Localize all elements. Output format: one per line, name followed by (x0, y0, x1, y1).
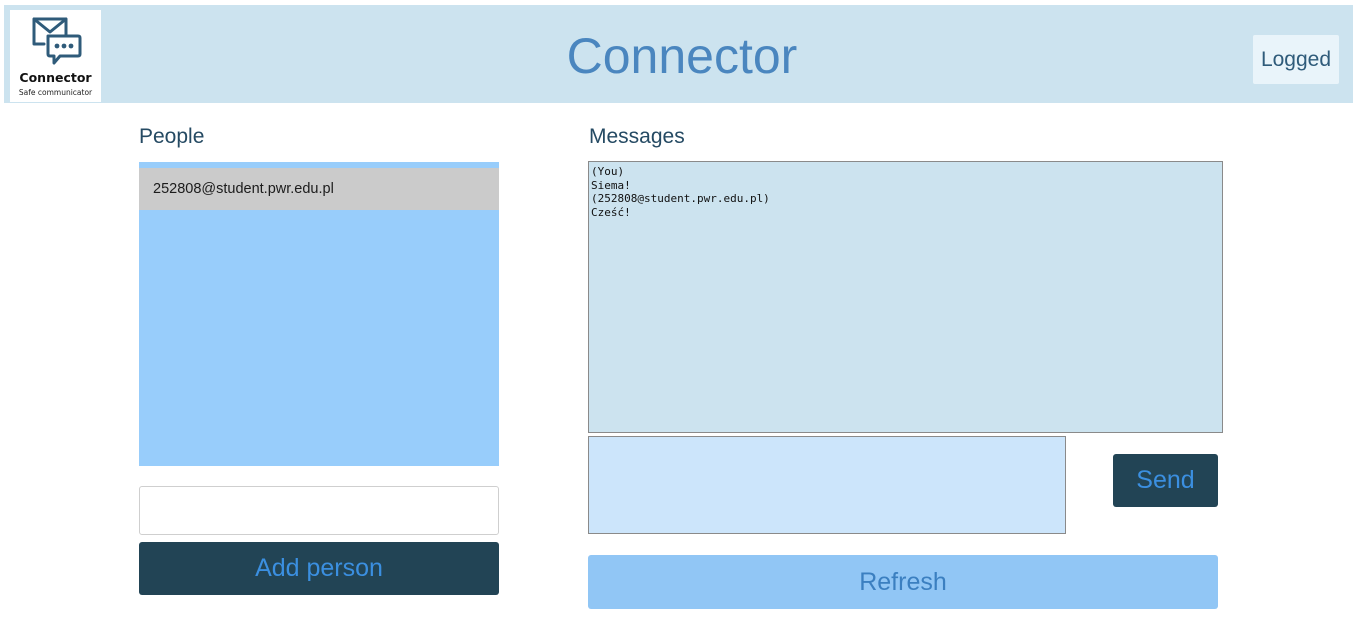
people-list-item[interactable]: 252808@student.pwr.edu.pl (139, 168, 499, 210)
refresh-button[interactable]: Refresh (588, 555, 1218, 609)
add-person-button[interactable]: Add person (139, 542, 499, 595)
mail-chat-icon (32, 17, 82, 65)
people-heading: People (139, 125, 205, 148)
messages-heading: Messages (589, 125, 685, 148)
message-line: Cześć! (591, 205, 631, 219)
message-compose-input[interactable] (588, 436, 1066, 534)
message-line: (You) (591, 165, 625, 178)
logo-tagline: Safe communicator (18, 88, 93, 97)
app-logo: Connector Safe communicator (10, 10, 101, 102)
logo-name: Connector (19, 70, 92, 85)
message-line: Siema! (591, 178, 631, 192)
page-title: Connector (566, 28, 798, 84)
message-line: (252808@student.pwr.edu.pl) (591, 192, 770, 205)
send-button[interactable]: Send (1113, 454, 1218, 507)
add-person-input[interactable] (139, 486, 499, 535)
people-list: 252808@student.pwr.edu.pl (139, 162, 499, 466)
messages-log: (You) Siema! (252808@student.pwr.edu.pl)… (588, 161, 1223, 433)
logged-button[interactable]: Logged (1253, 35, 1339, 84)
header-bar: Connector Safe communicator Connector Lo… (4, 5, 1353, 103)
